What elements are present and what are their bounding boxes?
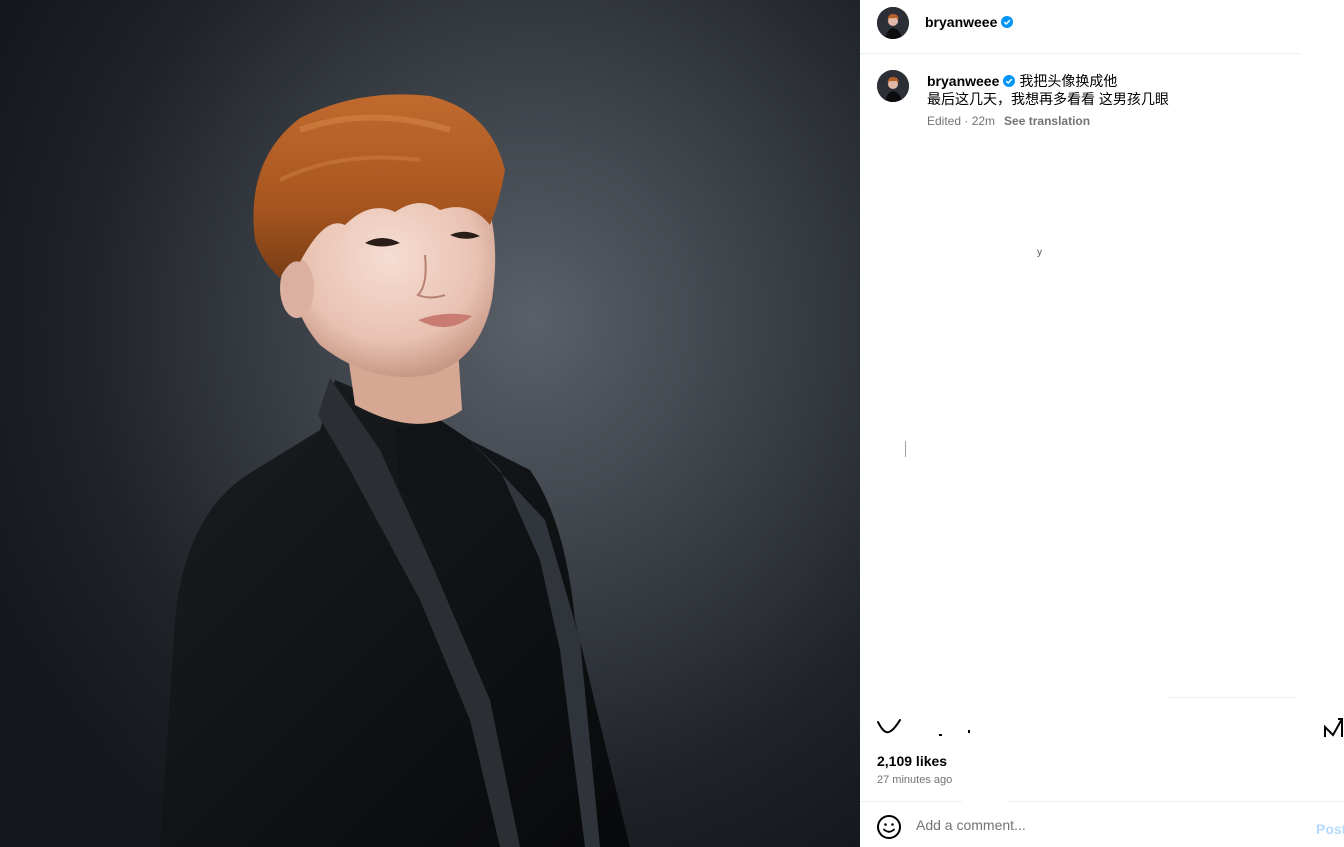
stray-glyph: y bbox=[1037, 247, 1042, 258]
post-side-panel: bryanweee bryanweee 我把头像换成他 最后这几天，我想再多看看 … bbox=[860, 0, 1344, 847]
avatar[interactable] bbox=[877, 7, 909, 39]
post-photo[interactable] bbox=[0, 0, 860, 847]
caption-text-line-2: 最后这几天，我想再多看看 这男孩几眼 bbox=[927, 91, 1169, 107]
post-comment-button[interactable]: Post bbox=[1316, 821, 1344, 837]
divider bbox=[1167, 697, 1297, 698]
caption-meta: Edited · 22m See translation bbox=[927, 114, 1090, 128]
text-caret bbox=[905, 441, 906, 457]
comment-bar: Post bbox=[860, 802, 1344, 847]
caption-line-1: bryanweee 我把头像换成他 bbox=[927, 71, 1117, 91]
see-translation-link[interactable]: See translation bbox=[1004, 114, 1090, 128]
portrait-illustration bbox=[160, 94, 630, 847]
caption-avatar[interactable] bbox=[877, 70, 909, 102]
post-time[interactable]: 27 minutes ago bbox=[877, 774, 952, 786]
heart-icon[interactable] bbox=[876, 712, 902, 736]
header-username[interactable]: bryanweee bbox=[925, 14, 1014, 30]
likes-count[interactable]: 2,109 likes bbox=[877, 753, 947, 769]
edited-time: Edited · 22m bbox=[927, 114, 996, 128]
action-bar bbox=[860, 704, 1344, 744]
header-username-text[interactable]: bryanweee bbox=[925, 14, 997, 30]
action-fragment bbox=[968, 730, 970, 733]
verified-badge-icon bbox=[1001, 16, 1014, 28]
bookmark-icon[interactable] bbox=[1322, 713, 1344, 737]
render-artifact bbox=[962, 790, 1008, 820]
avatar-image bbox=[877, 7, 909, 39]
caption-text-line-1: 我把头像换成他 bbox=[1019, 73, 1118, 89]
caption-avatar-image bbox=[877, 70, 909, 102]
caption-username[interactable]: bryanweee bbox=[927, 73, 999, 89]
emoji-icon[interactable] bbox=[876, 814, 902, 840]
verified-badge-icon bbox=[1003, 75, 1016, 87]
post-header: bryanweee bbox=[860, 0, 1301, 54]
action-fragment bbox=[939, 734, 942, 736]
